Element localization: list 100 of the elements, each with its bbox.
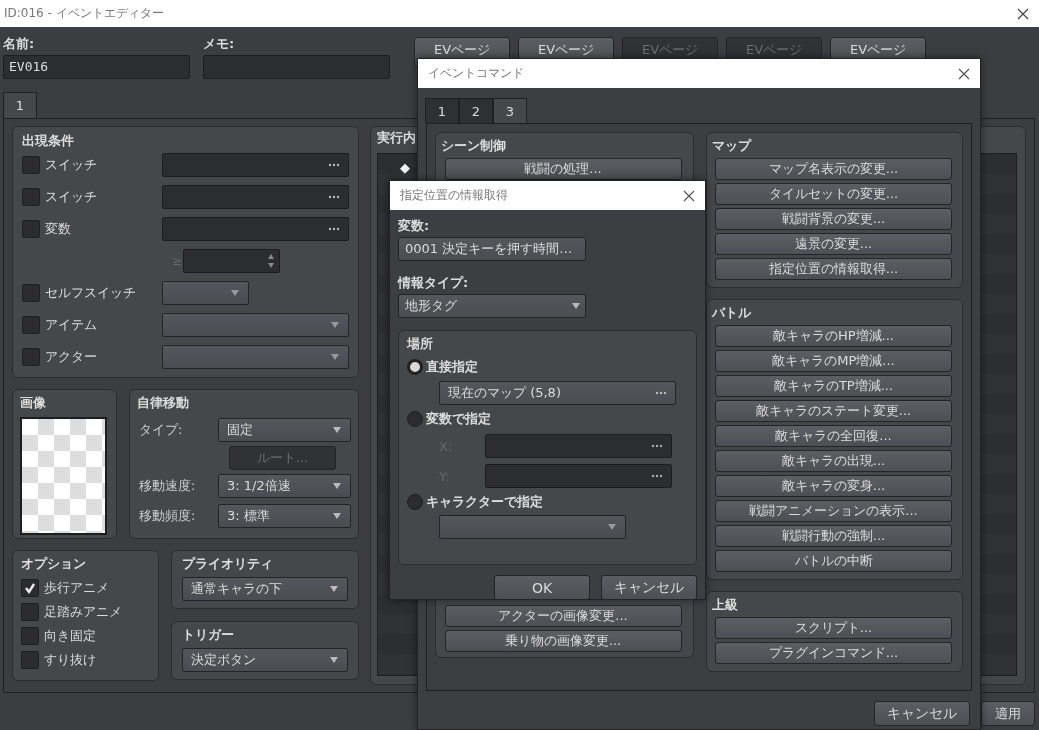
picker-field[interactable]: [162, 185, 349, 209]
command-button[interactable]: タイルセットの変更...: [715, 183, 952, 205]
apply-button[interactable]: 適用: [981, 701, 1035, 726]
value-spin-field[interactable]: [183, 249, 280, 273]
command-button[interactable]: 遠景の変更...: [715, 233, 952, 255]
command-button[interactable]: 戦闘背景の変更...: [715, 208, 952, 230]
command-button[interactable]: 敵キャラの全回復...: [715, 425, 952, 447]
checkbox[interactable]: [21, 651, 39, 669]
panel-title: 実行内: [377, 129, 416, 147]
checkbox[interactable]: [22, 220, 40, 238]
check-icon: [23, 581, 37, 595]
dropdown[interactable]: [162, 345, 349, 369]
panel-title: 画像: [20, 394, 47, 412]
picker-field[interactable]: [485, 434, 672, 458]
command-button[interactable]: 敵キャラのMP増減...: [715, 350, 952, 372]
ellipsis-icon: [328, 227, 340, 231]
checkbox[interactable]: [22, 188, 40, 206]
checkbox-label[interactable]: 歩行アニメ: [44, 579, 109, 597]
field-label: 情報タイプ:: [398, 275, 470, 291]
ellipsis-icon: [655, 391, 667, 395]
checkbox[interactable]: [21, 579, 39, 597]
panel-title: 自律移動: [137, 394, 190, 412]
cancel-button[interactable]: キャンセル: [601, 575, 697, 600]
caret-icon: [332, 512, 342, 520]
tab[interactable]: 3: [493, 98, 527, 123]
command-button[interactable]: 戦闘行動の強制...: [715, 525, 952, 547]
tab[interactable]: 1: [425, 98, 459, 123]
ok-button[interactable]: OK: [494, 575, 590, 600]
checkbox-label[interactable]: 足踏みアニメ: [44, 603, 122, 621]
command-button[interactable]: 乗り物の画像変更...: [444, 630, 682, 652]
radio-label[interactable]: 変数で指定: [426, 410, 491, 428]
image-preview[interactable]: [20, 417, 107, 535]
name-field[interactable]: EV016: [3, 55, 190, 79]
picker-field[interactable]: [162, 153, 349, 177]
tab[interactable]: 2: [459, 98, 493, 123]
panel-title: オプション: [21, 555, 87, 573]
cancel-button[interactable]: キャンセル: [874, 701, 970, 726]
command-button[interactable]: 敵キャラのステート変更...: [715, 400, 952, 422]
checkbox[interactable]: [22, 284, 40, 302]
panel-title: バトル: [711, 304, 752, 322]
checkbox-label[interactable]: アイテム: [45, 316, 97, 334]
list-item[interactable]: ◆: [400, 160, 410, 175]
dropdown[interactable]: [162, 281, 249, 305]
radio-button[interactable]: [407, 494, 423, 510]
command-button[interactable]: バトルの中断: [715, 550, 952, 572]
radio-label[interactable]: キャラクターで指定: [426, 493, 543, 511]
checkbox[interactable]: [22, 348, 40, 366]
command-button[interactable]: 戦闘の処理...: [444, 158, 682, 180]
field-label: 移動速度:: [138, 477, 196, 495]
dropdown[interactable]: 決定ボタン: [182, 648, 348, 672]
close-icon[interactable]: [683, 189, 695, 202]
dropdown[interactable]: 3: 標準: [218, 504, 351, 528]
panel-title: マップ: [711, 137, 753, 155]
variable-picker[interactable]: 0001 決定キーを押す時間…: [398, 237, 586, 261]
checkbox-label[interactable]: スイッチ: [45, 156, 97, 174]
command-button[interactable]: アクターの画像変更...: [444, 605, 682, 627]
dropdown[interactable]: 通常キャラの下: [182, 577, 348, 601]
checkbox-label[interactable]: すり抜け: [44, 651, 96, 669]
picker-field[interactable]: [485, 464, 672, 488]
radio-button[interactable]: [407, 411, 423, 427]
caret-icon: [607, 523, 617, 531]
close-icon[interactable]: [1017, 7, 1029, 20]
panel-title: 出現条件: [22, 132, 75, 150]
checkbox-label[interactable]: スイッチ: [45, 188, 97, 206]
radio-button[interactable]: [407, 359, 423, 375]
close-icon[interactable]: [958, 67, 970, 80]
checkbox-label[interactable]: アクター: [45, 348, 97, 366]
checkbox-label[interactable]: セルフスイッチ: [45, 284, 136, 302]
location-picker[interactable]: 現在のマップ (5,8): [439, 381, 676, 405]
page-tab[interactable]: 1: [3, 92, 37, 118]
command-button[interactable]: 敵キャラのTP増減...: [715, 375, 952, 397]
radio-label[interactable]: 直接指定: [426, 358, 478, 376]
panel-title: シーン制御: [441, 137, 507, 155]
caret-icon: [330, 353, 340, 361]
panel-title: 上級: [711, 596, 739, 614]
checkbox[interactable]: [21, 627, 39, 645]
command-button[interactable]: 戦闘アニメーションの表示...: [715, 500, 952, 522]
picker-field[interactable]: [162, 217, 349, 241]
dropdown[interactable]: 固定: [218, 418, 351, 442]
checkbox[interactable]: [22, 156, 40, 174]
spin-arrows-icon[interactable]: [267, 252, 275, 270]
checkbox[interactable]: [21, 603, 39, 621]
command-button[interactable]: 敵キャラの変身...: [715, 475, 952, 497]
command-button[interactable]: 指定位置の情報取得...: [715, 258, 952, 280]
ellipsis-icon: [328, 195, 340, 199]
panel-title: プライオリティ: [182, 555, 274, 573]
dropdown[interactable]: 地形タグ: [398, 294, 586, 318]
command-button[interactable]: 敵キャラの出現...: [715, 450, 952, 472]
dropdown[interactable]: 3: 1/2倍速: [218, 474, 351, 498]
checkbox-label[interactable]: 向き固定: [44, 627, 96, 645]
checkbox[interactable]: [22, 316, 40, 334]
command-button[interactable]: プラグインコマンド...: [715, 642, 952, 664]
command-button[interactable]: スクリプト...: [715, 617, 952, 639]
checkbox-label[interactable]: 変数: [45, 220, 71, 238]
field-label: タイプ:: [138, 421, 183, 439]
command-button[interactable]: マップ名表示の変更...: [715, 158, 952, 180]
memo-field[interactable]: [203, 55, 390, 79]
dropdown[interactable]: [439, 515, 626, 539]
command-button[interactable]: 敵キャラのHP増減...: [715, 325, 952, 347]
dropdown[interactable]: [162, 313, 349, 337]
